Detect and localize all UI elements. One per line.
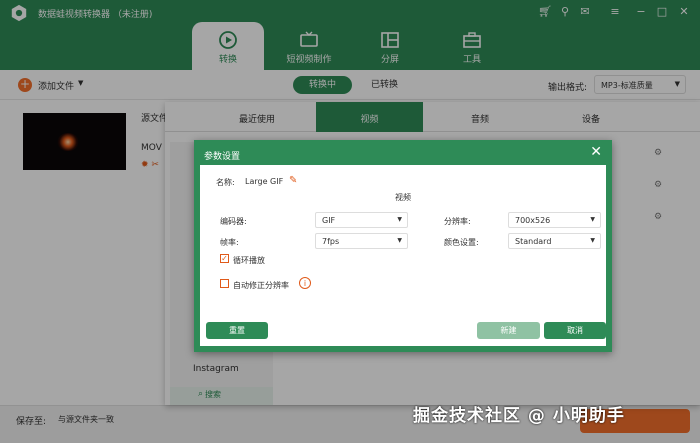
resolution-label: 分辨率: <box>444 217 471 226</box>
chevron-down-icon: ▼ <box>590 237 595 244</box>
color-select[interactable]: Standard ▼ <box>508 233 601 249</box>
auto-resolution-checkbox[interactable] <box>220 279 229 288</box>
chevron-down-icon: ▼ <box>397 237 402 244</box>
watermark: 掘金技术社区 @ 小明助手 <box>413 406 625 426</box>
cancel-button[interactable]: 取消 <box>544 322 606 339</box>
section-title: 视频 <box>395 193 411 202</box>
framerate-select[interactable]: 7fps ▼ <box>315 233 408 249</box>
auto-resolution-label: 自动修正分辨率 <box>233 281 289 290</box>
info-icon[interactable]: i <box>299 277 311 289</box>
encoder-label: 编码器: <box>220 217 247 226</box>
name-label: 名称: <box>216 178 235 187</box>
close-icon[interactable]: ✕ <box>590 144 602 160</box>
loop-label: 循环播放 <box>233 256 265 265</box>
encoder-value: GIF <box>322 216 336 225</box>
create-button[interactable]: 新建 <box>477 322 540 339</box>
color-label: 颜色设置: <box>444 238 479 247</box>
encoder-select[interactable]: GIF ▼ <box>315 212 408 228</box>
name-value: Large GIF <box>245 177 284 186</box>
reset-button[interactable]: 重置 <box>206 322 268 339</box>
resolution-select[interactable]: 700x526 ▼ <box>508 212 601 228</box>
edit-icon[interactable]: ✎ <box>289 175 297 186</box>
dialog-body: 名称: Large GIF ✎ 视频 编码器: GIF ▼ 分辨率: 700x52… <box>200 165 606 346</box>
dialog-title: 参数设置 <box>204 152 241 162</box>
loop-checkbox[interactable]: ✓ <box>220 254 229 263</box>
framerate-value: 7fps <box>322 237 340 246</box>
framerate-label: 帧率: <box>220 238 239 247</box>
params-dialog: 参数设置 ✕ 名称: Large GIF ✎ 视频 编码器: GIF ▼ 分辨率:… <box>194 140 612 352</box>
resolution-value: 700x526 <box>515 216 551 225</box>
color-value: Standard <box>515 237 552 246</box>
chevron-down-icon: ▼ <box>590 216 595 223</box>
chevron-down-icon: ▼ <box>397 216 402 223</box>
